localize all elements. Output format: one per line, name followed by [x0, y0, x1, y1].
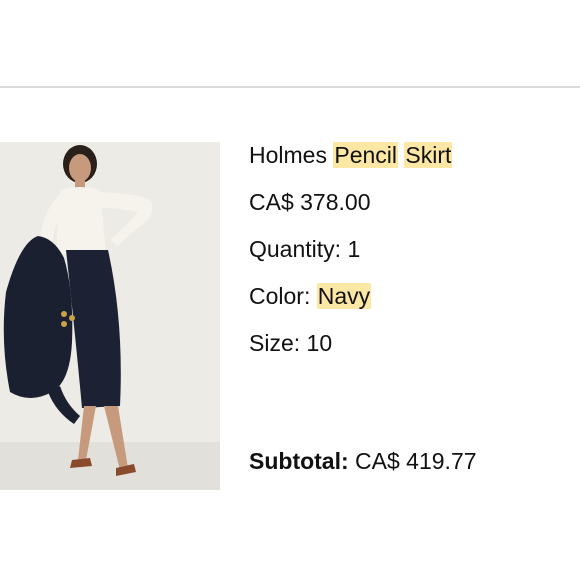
product-image[interactable] [0, 142, 220, 490]
product-details: Holmes Pencil Skirt CA$ 378.00 Quantity:… [249, 140, 569, 375]
model-wearing-skirt-illustration [0, 142, 220, 490]
quantity-value: 1 [347, 236, 361, 262]
quantity-label: Quantity: [249, 236, 342, 262]
size-value: 10 [306, 330, 333, 356]
product-name-part-2: Pencil [333, 142, 399, 168]
cart-page: Holmes Pencil Skirt CA$ 378.00 Quantity:… [0, 0, 580, 580]
order-subtotal: Subtotal: CA$ 419.77 [249, 446, 477, 476]
color-value: Navy [316, 283, 372, 309]
product-name[interactable]: Holmes Pencil Skirt [249, 140, 569, 170]
subtotal-value: CA$ 419.77 [355, 448, 477, 474]
product-name-part-3: Skirt [404, 142, 453, 168]
subtotal-label: Subtotal: [249, 448, 349, 474]
product-size: Size: 10 [249, 328, 569, 358]
product-color: Color: Navy [249, 281, 569, 311]
color-label: Color: [249, 283, 311, 309]
product-price: CA$ 378.00 [249, 189, 371, 215]
product-name-part-1: Holmes [249, 142, 327, 168]
size-label: Size: [249, 330, 301, 356]
header-divider [0, 86, 580, 88]
product-quantity: Quantity: 1 [249, 234, 569, 264]
